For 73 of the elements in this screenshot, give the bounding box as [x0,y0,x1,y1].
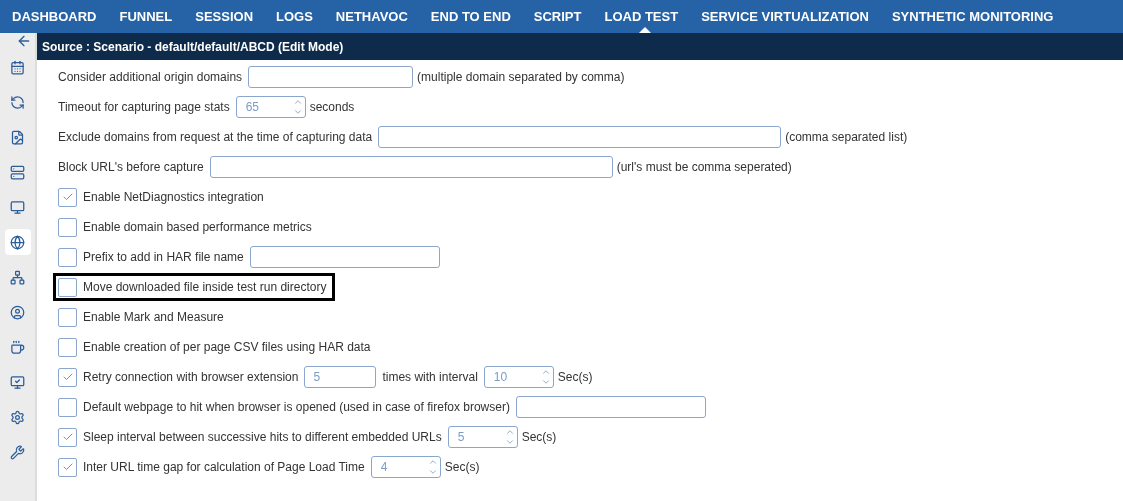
check-icon [61,461,74,473]
input-field[interactable] [249,246,440,268]
header-title: Source : Scenario - default/default/ABCD (Edit Mode) [42,39,344,54]
tools-icon [10,444,25,460]
chevron-down-icon[interactable] [427,467,438,477]
field-hint: (url's must be comma seperated) [616,160,792,174]
field-label: Exclude domains from request at the time of capturing data [58,130,373,144]
checkbox[interactable] [58,217,77,237]
nav-tab[interactable]: FUNNEL [111,0,188,33]
calendar-icon [10,59,25,75]
checkbox[interactable] [58,427,77,447]
checkbox[interactable] [58,457,77,477]
nav-tab[interactable]: END TO END [422,0,526,33]
field-label: Sleep interval between successive hits to different embedded URLs [83,430,442,444]
field-label: Default webpage to hit when browser is opened (used in case of firefox browser) [83,400,510,414]
nav-tab[interactable]: LOAD TEST [596,0,694,33]
field-label: Prefix to add in HAR file name [83,250,244,264]
input-field[interactable] [248,66,414,88]
coffee-icon [10,339,25,355]
checkbox[interactable] [58,337,77,357]
field-hint: (multiple domain separated by comma) [417,70,625,84]
server-icon [10,164,25,180]
checkbox[interactable] [58,307,77,327]
field-label: Timeout for capturing page stats [58,100,230,114]
checkbox[interactable] [58,247,77,267]
input-field[interactable] [378,126,782,148]
chevron-down-icon[interactable] [292,107,303,117]
field-label: Enable domain based performance metrics [83,220,312,234]
input-field[interactable] [209,156,613,178]
chevron-up-icon[interactable] [540,367,551,377]
field-hint: (comma separated list) [785,130,908,144]
field-label: Enable creation of per page CSV files using HAR data [83,340,371,354]
network-icon [10,269,25,285]
nav-tab[interactable]: SESSION [187,0,268,33]
chevron-down-icon[interactable] [504,437,515,447]
chevron-up-icon[interactable] [504,427,515,437]
field-hint: Sec(s) [521,430,557,444]
field-label: Block URL's before capture [58,160,204,174]
nav-tab[interactable]: SYNTHETIC MONITORING [883,0,1069,33]
field-label: times with interval [382,370,478,384]
image-file-icon [10,129,25,145]
checkbox[interactable] [58,187,77,207]
field-label: Enable Mark and Measure [83,310,224,324]
check-icon [61,431,74,443]
chevron-up-icon[interactable] [427,457,438,467]
nav-tab[interactable]: SERVICE VIRTUALIZATION [693,0,884,33]
field-label: Retry connection with browser extension [83,370,299,384]
field-hint: Sec(s) [557,370,593,384]
nav-tab[interactable]: DASHBOARD [4,0,112,33]
checkbox[interactable] [58,397,77,417]
nav-tab[interactable]: NETHAVOC [327,0,423,33]
globe-icon [10,234,25,250]
checkbox[interactable] [58,367,77,387]
field-label: Inter URL time gap for calculation of Page Load Time [83,460,365,474]
input-field[interactable] [515,396,706,418]
user-circle-icon [10,304,25,320]
field-hint: Sec(s) [444,460,480,474]
nav-tab[interactable]: LOGS [268,0,328,33]
sidebar-item[interactable] [4,229,31,255]
refresh-icon [10,94,25,110]
monitor-icon [10,199,25,215]
chevron-down-icon[interactable] [540,377,551,387]
field-label: Consider additional origin domains [58,70,243,84]
monitor-check-icon [10,374,25,390]
check-icon [61,371,74,383]
chevron-up-icon[interactable] [292,97,303,107]
nav-tab[interactable]: SCRIPT [525,0,597,33]
field-hint: seconds [309,100,355,114]
field-label: Move downloaded file inside test run directory [83,280,327,294]
field-label: Enable NetDiagnostics integration [83,190,264,204]
settings-icon [10,409,25,425]
checkbox[interactable] [58,277,77,297]
check-icon [61,191,74,203]
